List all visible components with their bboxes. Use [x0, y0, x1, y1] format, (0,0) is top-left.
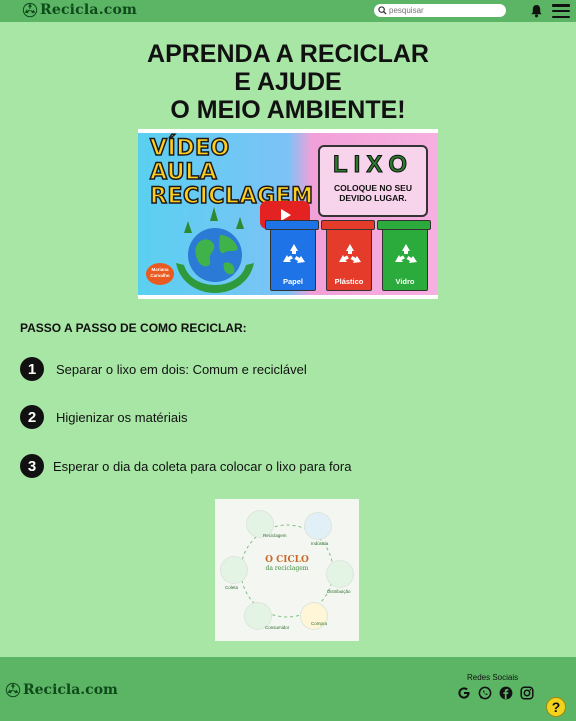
cycle-label: Compra [311, 621, 328, 626]
instagram-icon[interactable] [519, 685, 534, 700]
step-number-icon: 1 [20, 357, 44, 381]
footer-logo-text: Recicla.com [23, 682, 118, 698]
logo-text: Recicla.com [40, 2, 138, 18]
lixo-banner: LIXO COLOQUE NO SEU DEVIDO LUGAR. [318, 145, 428, 217]
recycle-icon [395, 244, 417, 263]
help-button[interactable]: ? [546, 697, 566, 717]
hamburger-menu-icon[interactable] [552, 4, 570, 18]
logo[interactable]: Recicla.com [22, 2, 137, 18]
cycle-collect-truck-icon [221, 557, 247, 583]
bin-label-plastic: Plástico [334, 277, 364, 286]
video-title: VÍDEO AULA RECICLAGEM [149, 136, 314, 210]
cycle-label: Reciclagem [263, 533, 287, 538]
footer-logo[interactable]: Recicla.com [5, 682, 118, 698]
lixo-subtitle: COLOQUE NO SEU DEVIDO LUGAR. [334, 183, 412, 203]
step-item: 2 Higienizar os matériais [20, 405, 188, 429]
recycle-logo-icon [22, 2, 38, 18]
recycle-icon [339, 244, 361, 263]
video-author-badge: Mariana Carvalho [146, 263, 174, 285]
bin-paper: Papel [265, 220, 319, 291]
social-links [456, 685, 534, 700]
bin-plastic: Plástico [321, 220, 375, 291]
social-title: Redes Sociais [467, 673, 519, 682]
recycling-cycle-image: Reciclagem Indústria Distribuição Compra… [215, 499, 359, 641]
page-title: APRENDA A RECICLAR E AJUDE O MEIO AMBIEN… [0, 40, 576, 124]
step-number-icon: 3 [20, 454, 44, 478]
step-item: 3 Esperar o dia da coleta para colocar o… [20, 454, 351, 478]
title-line-2: E AJUDE [234, 68, 342, 96]
step-item: 1 Separar o lixo em dois: Comum e recicl… [20, 357, 307, 381]
recycle-logo-icon [5, 682, 21, 698]
cycle-factory-icon [305, 513, 331, 539]
cycle-title-text: O CICLO [265, 555, 309, 565]
cycle-subtitle-text: da reciclagem [265, 565, 309, 572]
recycle-icon [283, 244, 305, 263]
cycle-label: Consumidor [265, 625, 290, 630]
header: Recicla.com [0, 0, 576, 22]
step-text: Higienizar os matériais [56, 409, 188, 425]
footer: Recicla.com Redes Sociais [0, 657, 576, 721]
bin-label-glass: Vidro [395, 277, 415, 286]
cycle-title: O CICLO da reciclagem [259, 555, 315, 572]
cycle-label: Distribuição [327, 589, 351, 594]
lixo-word: LIXO [332, 151, 413, 179]
steps-heading: PASSO A PASSO DE COMO RECICLAR: [20, 321, 247, 335]
step-text: Separar o lixo em dois: Comum e recicláv… [56, 361, 307, 377]
facebook-icon[interactable] [498, 685, 513, 700]
step-number-icon: 2 [20, 405, 44, 429]
cycle-label: Indústria [311, 541, 329, 546]
title-line-3: O MEIO AMBIENTE! [170, 96, 406, 124]
search-icon [378, 6, 387, 15]
title-line-1: APRENDA A RECICLAR [147, 40, 429, 68]
bin-label-paper: Papel [282, 277, 303, 286]
search-input[interactable] [389, 6, 499, 15]
globe-hands-icon [176, 207, 254, 293]
step-text: Esperar o dia da coleta para colocar o l… [53, 458, 352, 474]
search-box[interactable] [374, 4, 506, 17]
bin-glass: Vidro [377, 220, 431, 291]
video-thumbnail[interactable]: VÍDEO AULA RECICLAGEM Mariana Carvalho L… [138, 133, 438, 295]
whatsapp-icon[interactable] [477, 685, 492, 700]
notification-bell-icon[interactable] [530, 4, 543, 23]
cycle-label: Coleta [225, 585, 239, 590]
google-icon[interactable] [456, 685, 471, 700]
cycle-truck-icon [327, 561, 353, 587]
video-player[interactable]: VÍDEO AULA RECICLAGEM Mariana Carvalho L… [138, 129, 438, 299]
